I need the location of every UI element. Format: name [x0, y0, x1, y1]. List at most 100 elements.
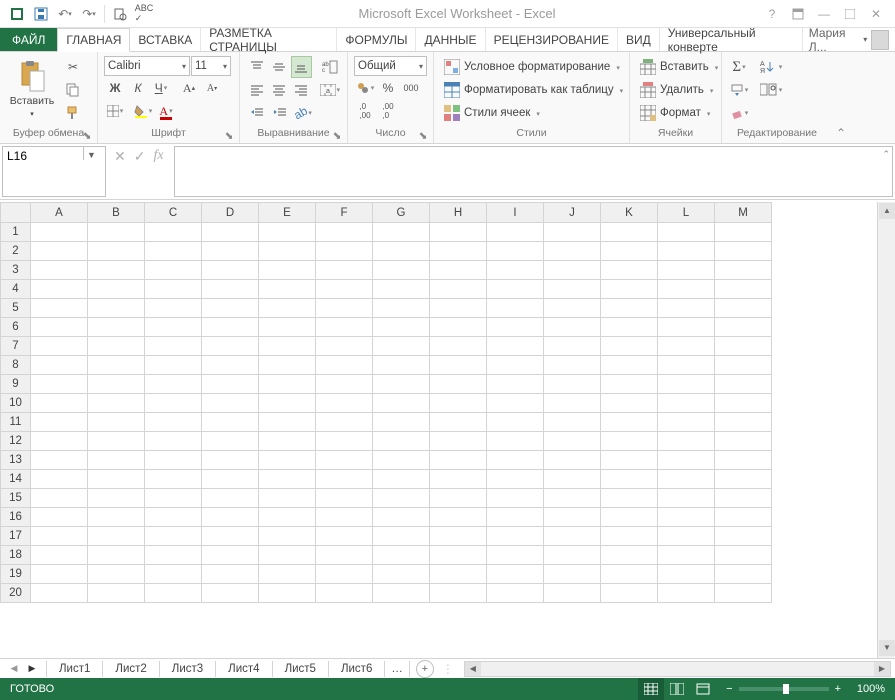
worksheet-grid[interactable]: ABCDEFGHIJKLM123456789101112131415161718…: [0, 202, 877, 658]
cell[interactable]: [88, 356, 145, 375]
cell[interactable]: [715, 413, 772, 432]
cell[interactable]: [259, 261, 316, 280]
cell[interactable]: [31, 584, 88, 603]
cell[interactable]: [715, 299, 772, 318]
cell[interactable]: [145, 299, 202, 318]
shrink-font-icon[interactable]: A▾: [201, 77, 223, 99]
cell[interactable]: [373, 565, 430, 584]
cell[interactable]: [31, 432, 88, 451]
cell[interactable]: [658, 413, 715, 432]
row-header[interactable]: 6: [1, 318, 31, 337]
cell[interactable]: [88, 546, 145, 565]
cell[interactable]: [88, 223, 145, 242]
insert-function-icon[interactable]: fx: [153, 148, 163, 164]
cell[interactable]: [487, 413, 544, 432]
cell[interactable]: [658, 318, 715, 337]
cell[interactable]: [487, 280, 544, 299]
cell[interactable]: [88, 584, 145, 603]
user-account[interactable]: Мария Л...▾: [803, 28, 895, 51]
cell[interactable]: [373, 470, 430, 489]
tab-home[interactable]: ГЛАВНАЯ: [57, 28, 130, 52]
cell[interactable]: [601, 280, 658, 299]
cell[interactable]: [31, 280, 88, 299]
cell[interactable]: [544, 413, 601, 432]
cell[interactable]: [487, 337, 544, 356]
cell[interactable]: [544, 356, 601, 375]
cell[interactable]: [373, 242, 430, 261]
cell[interactable]: [658, 299, 715, 318]
cell[interactable]: [31, 261, 88, 280]
column-header[interactable]: F: [316, 203, 373, 223]
excel-icon[interactable]: [6, 3, 28, 25]
cell[interactable]: [601, 565, 658, 584]
cell[interactable]: [202, 470, 259, 489]
cell[interactable]: [430, 375, 487, 394]
sheet-tab[interactable]: Лист5: [273, 661, 329, 677]
cell[interactable]: [544, 565, 601, 584]
scroll-up-icon[interactable]: ▲: [879, 203, 895, 219]
tab-formulas[interactable]: ФОРМУЛЫ: [337, 28, 416, 51]
cell[interactable]: [145, 261, 202, 280]
cell[interactable]: [430, 299, 487, 318]
cell[interactable]: [202, 394, 259, 413]
insert-cells-button[interactable]: Вставить: [636, 56, 722, 78]
cell[interactable]: [31, 565, 88, 584]
cell[interactable]: [373, 223, 430, 242]
cell[interactable]: [487, 394, 544, 413]
column-header[interactable]: D: [202, 203, 259, 223]
cell[interactable]: [31, 527, 88, 546]
cell[interactable]: [202, 489, 259, 508]
cell[interactable]: [430, 546, 487, 565]
cell[interactable]: [145, 223, 202, 242]
cell[interactable]: [373, 299, 430, 318]
decrease-decimal-icon[interactable]: ,00,0: [377, 100, 399, 122]
number-launcher-icon[interactable]: ⬊: [417, 130, 429, 142]
row-header[interactable]: 8: [1, 356, 31, 375]
cell[interactable]: [487, 451, 544, 470]
paste-button[interactable]: Вставить▾: [4, 54, 60, 126]
cell[interactable]: [601, 413, 658, 432]
cell[interactable]: [544, 432, 601, 451]
column-header[interactable]: C: [145, 203, 202, 223]
zoom-slider[interactable]: [739, 687, 829, 691]
cell[interactable]: [88, 432, 145, 451]
cell[interactable]: [544, 223, 601, 242]
cell[interactable]: [88, 489, 145, 508]
sheet-tab[interactable]: Лист3: [160, 661, 216, 677]
format-cells-button[interactable]: Формат: [636, 102, 722, 124]
row-header[interactable]: 3: [1, 261, 31, 280]
cell[interactable]: [259, 565, 316, 584]
cell[interactable]: [487, 356, 544, 375]
italic-button[interactable]: К: [127, 77, 149, 99]
cell[interactable]: [658, 508, 715, 527]
cell[interactable]: [430, 508, 487, 527]
zoom-in-button[interactable]: +: [835, 683, 841, 695]
cell[interactable]: [658, 546, 715, 565]
borders-icon[interactable]: [104, 100, 126, 122]
cell[interactable]: [658, 432, 715, 451]
cut-icon[interactable]: ✂: [62, 56, 84, 78]
cell[interactable]: [316, 527, 373, 546]
row-header[interactable]: 11: [1, 413, 31, 432]
cell[interactable]: [145, 470, 202, 489]
column-header[interactable]: E: [259, 203, 316, 223]
cell[interactable]: [88, 394, 145, 413]
cell[interactable]: [259, 299, 316, 318]
collapse-ribbon-icon[interactable]: ⌃: [832, 52, 850, 143]
cell[interactable]: [145, 584, 202, 603]
cell[interactable]: [202, 280, 259, 299]
scroll-down-icon[interactable]: ▼: [879, 640, 895, 656]
cell[interactable]: [601, 489, 658, 508]
cell[interactable]: [31, 546, 88, 565]
wrap-text-icon[interactable]: abc: [320, 56, 341, 78]
row-header[interactable]: 16: [1, 508, 31, 527]
cell[interactable]: [544, 470, 601, 489]
cell[interactable]: [259, 489, 316, 508]
cell[interactable]: [658, 356, 715, 375]
cell[interactable]: [601, 356, 658, 375]
cell[interactable]: [601, 394, 658, 413]
cell[interactable]: [88, 261, 145, 280]
format-painter-icon[interactable]: [62, 102, 84, 124]
increase-indent-icon[interactable]: [269, 102, 291, 124]
row-header[interactable]: 4: [1, 280, 31, 299]
